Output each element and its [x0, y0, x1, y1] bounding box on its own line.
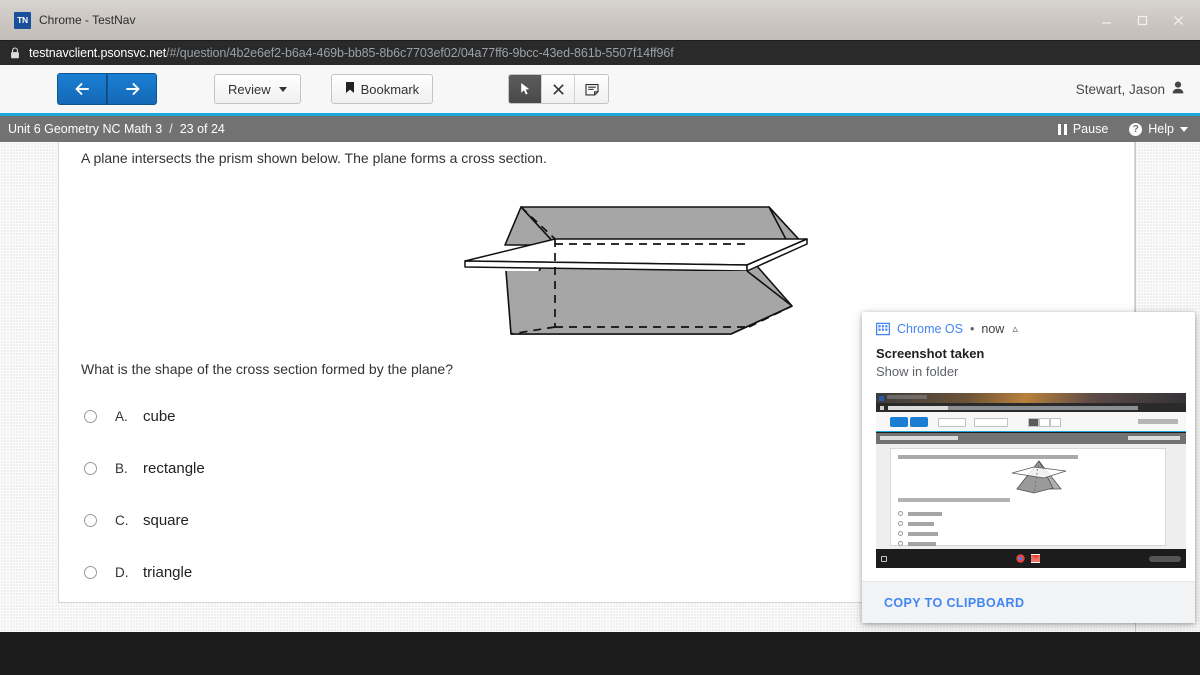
unit-controls: Pause ? Help: [1058, 122, 1188, 136]
radio-button-d[interactable]: [84, 565, 97, 579]
browser-tab[interactable]: TN Chrome - TestNav: [10, 5, 145, 35]
option-letter-d: D.: [115, 564, 129, 580]
option-text-d: triangle: [143, 563, 193, 581]
bookmark-label: Bookmark: [360, 81, 420, 97]
pointer-tool[interactable]: [509, 75, 543, 103]
sticky-note-tool[interactable]: [575, 75, 609, 103]
user-icon: [1172, 81, 1184, 97]
minimize-button[interactable]: [1088, 3, 1124, 37]
option-letter-a: A.: [115, 408, 128, 424]
url-path: /#/question/4b2e6ef2-b6a4-469b-bb85-8b6c…: [166, 46, 674, 60]
question-prompt: What is the shape of the cross section f…: [81, 361, 453, 377]
browser-title-bar: TN Chrome - TestNav: [0, 0, 1200, 40]
question-circle-icon: ?: [1129, 122, 1143, 136]
notification-dot: •: [970, 322, 975, 336]
review-button[interactable]: Review: [214, 74, 301, 104]
answer-options: A. cube B. rectangle C. square D. triang…: [81, 390, 681, 598]
pause-icon: [1058, 123, 1067, 135]
notification-source: Chrome OS: [897, 322, 963, 336]
option-letter-c: C.: [115, 512, 129, 528]
navigation-button-group: [57, 73, 157, 105]
radio-button-a[interactable]: [84, 409, 97, 423]
close-button[interactable]: [1160, 3, 1196, 37]
notification-time: now: [981, 322, 1005, 336]
radio-button-c[interactable]: [84, 513, 97, 527]
answer-option-d[interactable]: D. triangle: [81, 546, 681, 598]
help-button[interactable]: ? Help: [1129, 122, 1188, 136]
bookmark-icon: [345, 81, 355, 97]
forward-button[interactable]: [107, 73, 157, 105]
chevron-down-icon: [1180, 126, 1188, 132]
user-account[interactable]: Stewart, Jason: [1076, 81, 1184, 97]
triangular-prism-with-plane-figure: [459, 187, 879, 352]
review-label: Review: [228, 81, 271, 97]
chrome-os-icon: [875, 322, 891, 336]
chromeos-shelf: 7 3:56: [0, 632, 1200, 675]
notification-header: Chrome OS • now ▵: [862, 312, 1195, 336]
user-name: Stewart, Jason: [1075, 81, 1165, 97]
url-display: testnavclient.psonsvc.net/#/question/4b2…: [29, 46, 674, 60]
testnav-toolbar: Review Bookmark Stewart, Jason: [0, 65, 1200, 116]
chevron-up-icon[interactable]: ▵: [1012, 323, 1018, 335]
answer-option-c[interactable]: C. square: [81, 494, 681, 546]
show-in-folder-link[interactable]: Show in folder: [862, 361, 1195, 379]
window-controls: [1088, 3, 1200, 37]
unit-status-bar: Unit 6 Geometry NC Math 3 / 23 of 24 Pau…: [0, 116, 1200, 142]
unit-separator: /: [169, 122, 173, 136]
copy-to-clipboard-button[interactable]: COPY TO CLIPBOARD: [884, 596, 1024, 610]
pause-label: Pause: [1072, 122, 1109, 136]
unit-info: Unit 6 Geometry NC Math 3 / 23 of 24: [8, 122, 225, 136]
chevron-down-icon: [278, 86, 287, 92]
tab-title: Chrome - TestNav: [39, 13, 136, 27]
address-bar[interactable]: testnavclient.psonsvc.net/#/question/4b2…: [0, 40, 1200, 65]
answer-option-b[interactable]: B. rectangle: [81, 442, 681, 494]
option-letter-b: B.: [115, 460, 128, 476]
testnav-favicon: TN: [14, 11, 31, 29]
answer-option-a[interactable]: A. cube: [81, 390, 681, 442]
help-label: Help: [1148, 122, 1174, 136]
chromebook-screen: TN Chrome - TestNav testnavclient.psonsv…: [0, 0, 1200, 675]
pause-button[interactable]: Pause: [1058, 122, 1108, 136]
bookmark-button[interactable]: Bookmark: [330, 74, 434, 104]
eliminate-choice-tool[interactable]: [542, 75, 576, 103]
back-button[interactable]: [57, 73, 107, 105]
screenshot-thumbnail[interactable]: [876, 393, 1186, 568]
lock-icon: [10, 47, 20, 59]
notification-action-bar: COPY TO CLIPBOARD: [862, 581, 1195, 623]
notification-title: Screenshot taken: [876, 346, 985, 361]
question-progress: 23 of 24: [179, 122, 225, 136]
unit-title: Unit 6 Geometry NC Math 3: [8, 122, 163, 136]
question-stem: A plane intersects the prism shown below…: [81, 150, 547, 166]
option-text-a: cube: [143, 407, 176, 425]
option-text-c: square: [143, 511, 189, 529]
radio-button-b[interactable]: [84, 461, 97, 475]
annotation-tool-group: [508, 74, 610, 104]
maximize-button[interactable]: [1124, 3, 1160, 37]
url-host: testnavclient.psonsvc.net: [29, 46, 167, 60]
option-text-b: rectangle: [143, 459, 205, 477]
